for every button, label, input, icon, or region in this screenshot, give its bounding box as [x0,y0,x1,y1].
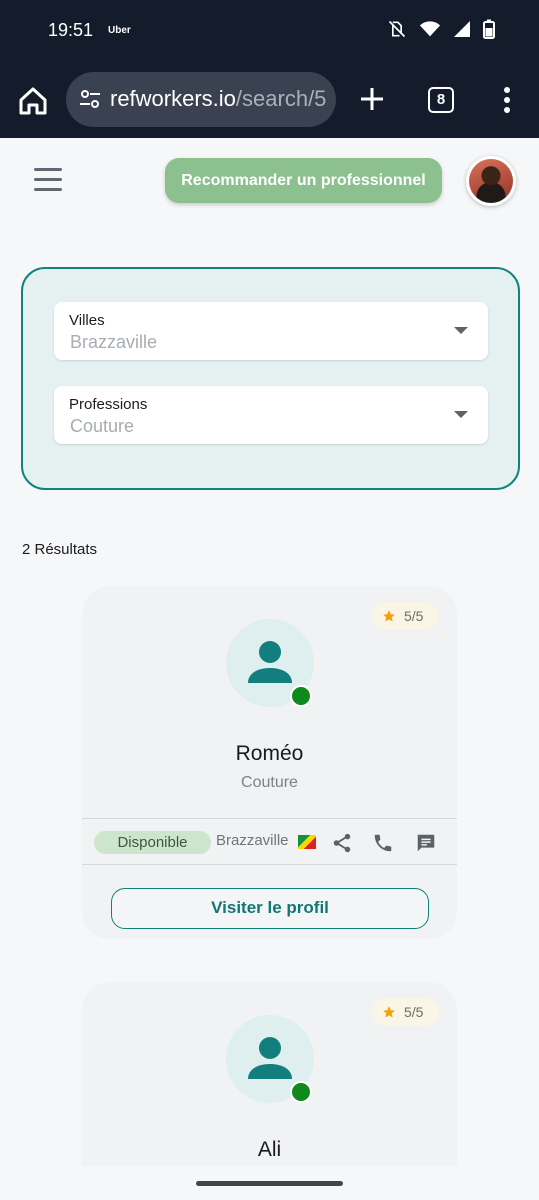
avatar[interactable] [466,156,516,206]
worker-city: Brazzaville [216,832,289,849]
address-bar[interactable]: refworkers.io/search/5 [66,72,336,127]
message-icon[interactable] [415,832,437,854]
city-select[interactable]: Villes Brazzaville [54,302,488,360]
browser-toolbar: refworkers.io/search/5 8 [0,62,539,138]
url-path: /search/5 [235,86,327,111]
rating-badge: 5/5 [372,998,439,1026]
phone-icon[interactable] [372,832,394,854]
visit-profile-button[interactable]: Visiter le profil [111,888,429,929]
recommend-professional-button[interactable]: Recommander un professionnel [165,158,442,203]
avatar-photo [469,159,513,203]
star-icon [383,610,395,622]
profession-select-label: Professions [69,396,148,413]
site-settings-icon[interactable] [78,87,102,111]
worker-card: 5/5 Roméo Couture Disponible Brazzaville… [82,586,457,939]
menu-icon[interactable] [34,168,64,192]
new-tab-icon[interactable] [358,85,386,113]
status-icons [387,19,495,39]
chevron-down-icon [454,327,468,334]
online-status-dot [290,1081,312,1103]
status-bar: 19:51 Uber [0,0,539,62]
chevron-down-icon [454,411,468,418]
congo-flag-icon [298,835,316,849]
star-icon [383,1006,395,1018]
home-icon[interactable] [16,84,50,118]
rating-badge: 5/5 [372,602,439,630]
wifi-icon [419,21,441,37]
city-select-label: Villes [69,312,105,329]
results-count: 2 Résultats [22,541,98,558]
city-select-value: Brazzaville [70,332,158,352]
profession-select-value: Couture [70,416,135,436]
worker-name: Ali [257,1138,282,1161]
tab-switcher-button[interactable]: 8 [428,87,454,113]
signal-icon [454,21,470,37]
person-icon [248,1037,292,1079]
filter-panel: Villes Brazzaville Professions Couture [21,267,520,490]
share-icon[interactable] [331,832,353,854]
worker-name: Roméo [235,742,304,765]
battery-icon [483,19,495,39]
status-time: 19:51 [48,20,94,40]
person-icon [248,641,292,683]
status-carrier: Uber [108,25,131,36]
rating-value: 5/5 [404,608,424,624]
vibrate-off-icon [388,20,406,38]
availability-badge: Disponible [94,831,211,854]
gesture-handle[interactable] [196,1181,343,1186]
worker-info-row: Disponible Brazzaville [82,818,457,865]
more-options-icon[interactable] [496,86,518,114]
profession-select[interactable]: Professions Couture [54,386,488,444]
online-status-dot [290,685,312,707]
url-text: refworkers.io/search/5 [110,86,328,112]
url-host: refworkers.io [110,86,236,111]
rating-value: 5/5 [404,1004,424,1020]
worker-profession: Couture [241,774,298,791]
